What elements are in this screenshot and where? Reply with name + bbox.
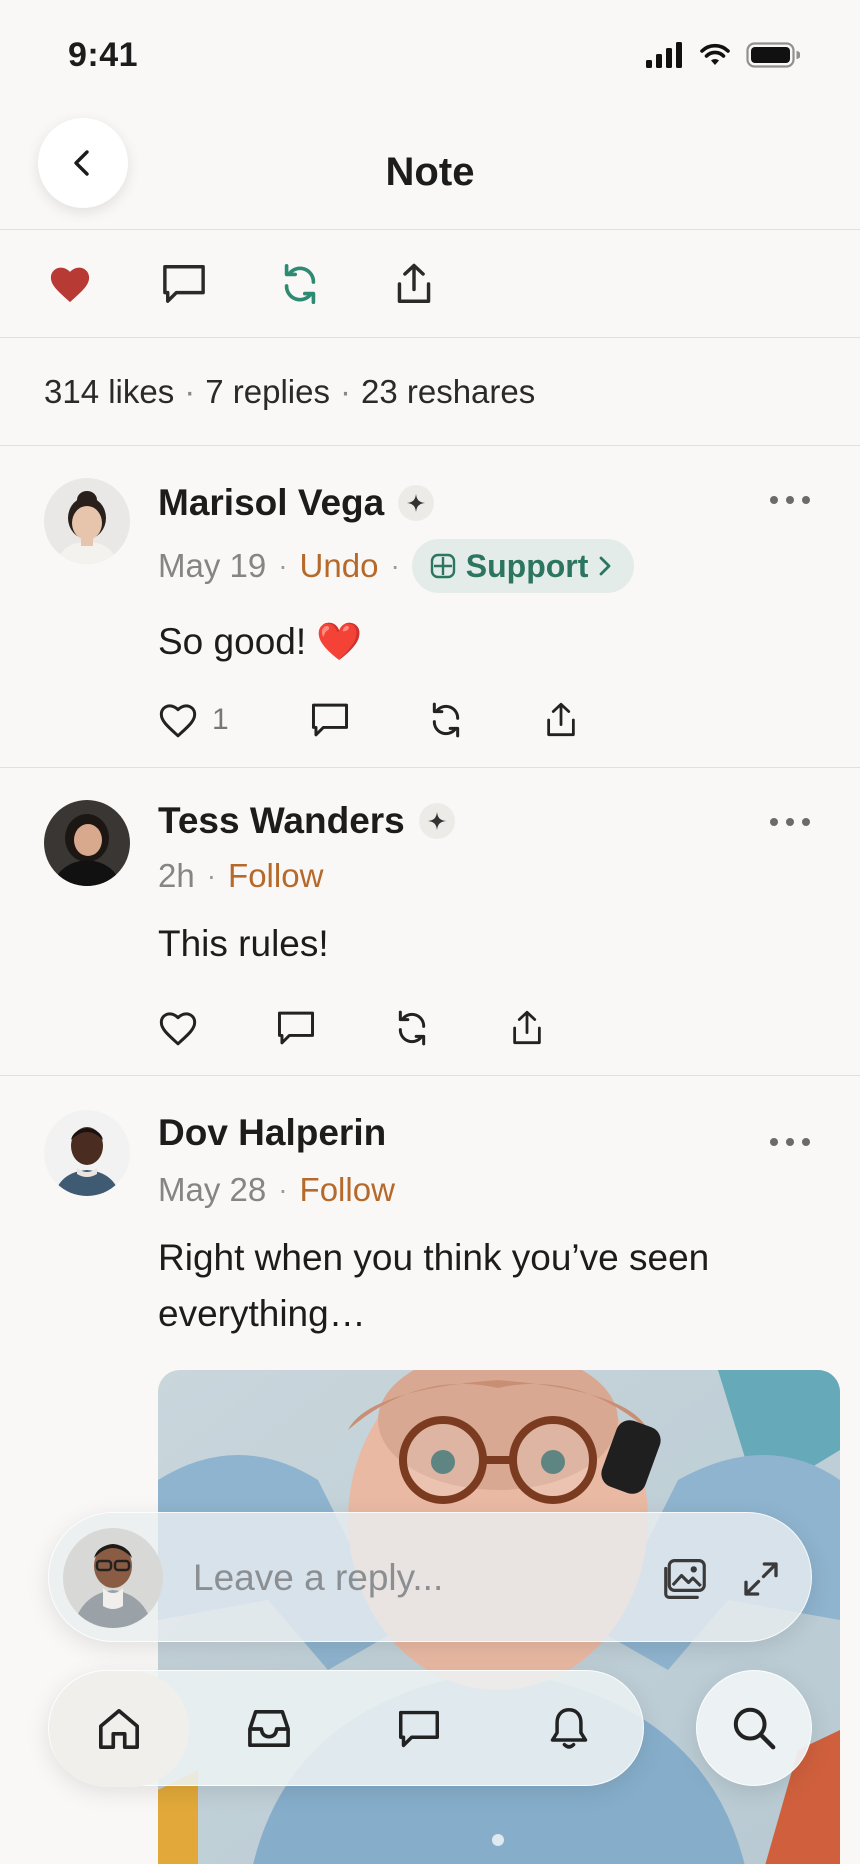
reshare-icon <box>432 702 460 738</box>
separator-dot: · <box>278 550 288 581</box>
share-icon <box>513 1010 541 1045</box>
reply-meta: May 28 · Follow <box>158 1168 395 1212</box>
avatar[interactable] <box>44 800 130 886</box>
sparkle-badge-icon <box>418 803 455 839</box>
reply-item: Marisol Vega May 19 · Undo · Support So … <box>0 446 860 768</box>
reply-meta: May 19 · Undo · Support <box>158 538 635 594</box>
follow-button[interactable]: Follow <box>300 1171 395 1209</box>
current-user-avatar[interactable] <box>63 1528 163 1628</box>
support-button[interactable]: Support <box>411 539 635 593</box>
reply-share-button[interactable] <box>510 1006 544 1050</box>
reply-reshare-button[interactable] <box>392 1006 432 1050</box>
follow-button[interactable]: Follow <box>228 857 323 895</box>
status-bar: 9:41 <box>0 0 860 110</box>
note-stats: 314 likes · 7 replies · 23 reshares <box>0 338 860 446</box>
like-button[interactable] <box>46 260 94 308</box>
reply-header: Marisol Vega <box>158 482 435 524</box>
separator-dot: · <box>184 372 196 410</box>
expand-composer-button[interactable] <box>737 1555 785 1603</box>
tab-messages[interactable] <box>349 1671 489 1787</box>
add-image-button[interactable] <box>661 1555 709 1603</box>
reshare-button[interactable] <box>276 260 324 308</box>
reply-composer[interactable]: Leave a reply... <box>48 1512 812 1642</box>
separator-dot: · <box>206 860 217 891</box>
comment-button[interactable] <box>160 260 208 308</box>
search-icon <box>733 1707 776 1750</box>
author-name[interactable]: Marisol Vega <box>158 482 384 524</box>
reply-share-button[interactable] <box>544 698 578 742</box>
separator-dot: · <box>278 1174 288 1205</box>
replies-count[interactable]: 7 replies <box>205 373 330 411</box>
more-options-button[interactable] <box>770 1132 810 1152</box>
more-options-button[interactable] <box>770 490 810 510</box>
wifi-icon <box>700 43 730 65</box>
status-icons <box>646 42 800 68</box>
reply-item: Tess Wanders 2h · Follow This rules! <box>0 768 860 1076</box>
messages-icon <box>399 1710 439 1748</box>
separator-dot: · <box>339 372 351 410</box>
support-grid-icon <box>430 553 455 579</box>
more-options-button[interactable] <box>770 812 810 832</box>
home-icon <box>99 1709 139 1749</box>
reply-text: This rules! <box>158 923 329 964</box>
heart-outline-icon <box>159 1012 197 1046</box>
avatar[interactable] <box>44 478 130 564</box>
reply-like-button[interactable] <box>158 1006 198 1050</box>
tab-bar <box>48 1670 644 1787</box>
author-name[interactable]: Tess Wanders <box>158 800 405 842</box>
support-label: Support <box>465 547 589 584</box>
comment-icon <box>163 265 205 303</box>
reply-date: 2h <box>158 857 195 894</box>
reply-date: May 28 <box>158 1171 267 1208</box>
bell-icon <box>550 1708 588 1749</box>
tab-home[interactable] <box>49 1671 189 1787</box>
inbox-icon <box>248 1710 290 1748</box>
reply-date: May 19 <box>158 547 267 584</box>
search-button[interactable] <box>696 1670 812 1786</box>
avatar[interactable] <box>44 1110 130 1196</box>
page-title: Note <box>385 150 475 194</box>
battery-icon <box>746 42 800 68</box>
chevron-right-icon <box>600 556 611 576</box>
reply-input[interactable]: Leave a reply... <box>193 1557 443 1599</box>
reshare-icon <box>284 263 316 305</box>
reply-header: Tess Wanders <box>158 800 455 842</box>
heart-filled-icon <box>50 267 90 303</box>
reply-text: So good! ❤️ <box>158 621 363 662</box>
reply-meta: 2h · Follow <box>158 854 323 898</box>
reshares-count[interactable]: 23 reshares <box>361 373 535 411</box>
status-time: 9:41 <box>68 36 139 74</box>
reply-like-button[interactable]: 1 <box>158 698 229 742</box>
undo-button[interactable]: Undo <box>300 547 379 585</box>
reply-header: Dov Halperin <box>158 1112 386 1154</box>
reply-text: Right when you think you’ve seen everyth… <box>158 1237 710 1334</box>
separator-dot: · <box>390 550 400 581</box>
share-icon <box>547 702 575 737</box>
reply-actions: 1 <box>158 698 578 742</box>
share-icon <box>397 263 431 303</box>
share-button[interactable] <box>390 260 438 308</box>
comment-icon <box>311 703 349 737</box>
reply-comment-button[interactable] <box>276 1006 316 1050</box>
tab-notifications[interactable] <box>499 1671 639 1787</box>
author-name[interactable]: Dov Halperin <box>158 1112 386 1154</box>
reply-comment-button[interactable] <box>310 698 350 742</box>
heart-outline-icon <box>159 704 197 738</box>
reply-actions <box>158 1006 558 1050</box>
expand-icon <box>744 1562 778 1596</box>
nav-header: Note <box>0 110 860 230</box>
reshare-icon <box>398 1010 426 1046</box>
comment-icon <box>277 1011 315 1045</box>
note-action-row <box>0 230 860 338</box>
likes-count[interactable]: 314 likes <box>44 373 174 411</box>
tab-inbox[interactable] <box>199 1671 339 1787</box>
sparkle-badge-icon <box>398 485 435 521</box>
cellular-signal-icon <box>646 42 682 68</box>
reply-reshare-button[interactable] <box>426 698 466 742</box>
like-count: 1 <box>212 703 229 736</box>
image-icon <box>664 1559 706 1599</box>
